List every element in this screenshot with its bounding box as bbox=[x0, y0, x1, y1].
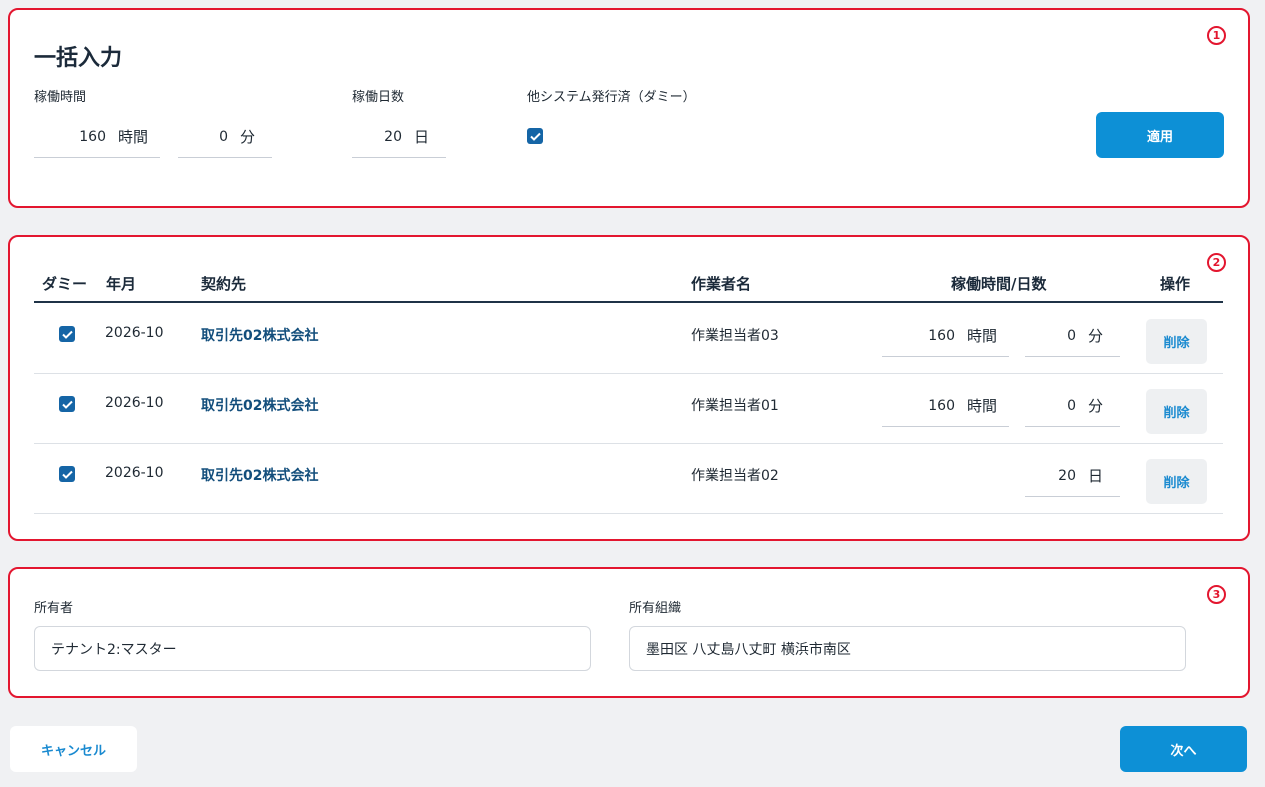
row-month: 2026-10 bbox=[105, 325, 164, 341]
other-system-checkbox[interactable] bbox=[527, 128, 543, 144]
row-client-link[interactable]: 取引先02株式会社 bbox=[201, 395, 318, 415]
owner-panel: 3 所有者 所有組織 テナント2:マスター 墨田区 八丈島八丈町 横浜市南区 bbox=[8, 567, 1250, 698]
row-minutes-field[interactable]: 0 分 bbox=[1025, 385, 1120, 427]
next-button[interactable]: 次へ bbox=[1120, 726, 1247, 772]
bulk-input-title: 一括入力 bbox=[34, 46, 123, 71]
header-worker: 作業者名 bbox=[691, 275, 752, 293]
row-month: 2026-10 bbox=[105, 465, 164, 481]
delete-button[interactable]: 削除 bbox=[1146, 319, 1207, 364]
row-hours-value: 160 bbox=[928, 397, 955, 414]
apply-button[interactable]: 適用 bbox=[1096, 112, 1224, 158]
section-marker-3: 3 bbox=[1207, 585, 1226, 604]
row-worker: 作業担当者03 bbox=[691, 328, 779, 344]
bulk-input-panel: 1 一括入力 稼働時間 稼働日数 他システム発行済（ダミー） 160 時間 0 … bbox=[8, 8, 1250, 208]
header-month: 年月 bbox=[106, 275, 137, 293]
row-worker: 作業担当者02 bbox=[691, 468, 779, 484]
row-minutes-unit: 分 bbox=[1088, 327, 1104, 345]
check-icon bbox=[529, 132, 541, 141]
section-marker-1: 1 bbox=[1207, 26, 1226, 45]
row-divider bbox=[34, 443, 1223, 444]
section-marker-2: 2 bbox=[1207, 253, 1226, 272]
bulk-minutes-value: 0 bbox=[219, 128, 228, 145]
header-client: 契約先 bbox=[201, 275, 247, 293]
row-minutes-value: 0 bbox=[1067, 397, 1076, 414]
days-label: 稼働日数 bbox=[352, 90, 405, 105]
bulk-minutes-field[interactable]: 0 分 bbox=[178, 116, 272, 158]
bulk-hours-field[interactable]: 160 時間 bbox=[34, 116, 160, 158]
delete-button[interactable]: 削除 bbox=[1146, 389, 1207, 434]
row-hours-value: 160 bbox=[928, 327, 955, 344]
check-icon bbox=[61, 470, 73, 479]
bulk-minutes-unit: 分 bbox=[240, 128, 256, 146]
header-work: 稼働時間/日数 bbox=[951, 275, 1047, 293]
row-client-link[interactable]: 取引先02株式会社 bbox=[201, 465, 318, 485]
check-icon bbox=[61, 330, 73, 339]
header-dummy: ダミー bbox=[42, 275, 88, 293]
owner-label: 所有者 bbox=[34, 601, 74, 616]
row-divider bbox=[34, 513, 1223, 514]
row-dummy-checkbox[interactable] bbox=[59, 396, 75, 412]
row-hours-field[interactable]: 160 時間 bbox=[882, 385, 1009, 427]
row-days-unit: 日 bbox=[1088, 467, 1104, 485]
org-label: 所有組織 bbox=[629, 601, 682, 616]
owner-field[interactable]: テナント2:マスター bbox=[34, 626, 591, 671]
table-header-divider bbox=[34, 301, 1223, 303]
row-client-link[interactable]: 取引先02株式会社 bbox=[201, 325, 318, 345]
row-worker: 作業担当者01 bbox=[691, 398, 779, 414]
row-hours-unit: 時間 bbox=[967, 327, 998, 345]
row-divider bbox=[34, 373, 1223, 374]
row-hours-field[interactable]: 160 時間 bbox=[882, 315, 1009, 357]
row-minutes-field[interactable]: 0 分 bbox=[1025, 315, 1120, 357]
org-field[interactable]: 墨田区 八丈島八丈町 横浜市南区 bbox=[629, 626, 1186, 671]
row-days-value: 20 bbox=[1058, 467, 1076, 484]
row-dummy-checkbox[interactable] bbox=[59, 466, 75, 482]
bulk-days-unit: 日 bbox=[414, 128, 430, 146]
work-table-panel: 2 ダミー 年月 契約先 作業者名 稼働時間/日数 操作 2026-10 取引先… bbox=[8, 235, 1250, 541]
delete-button[interactable]: 削除 bbox=[1146, 459, 1207, 504]
bulk-hours-value: 160 bbox=[79, 128, 106, 145]
row-hours-unit: 時間 bbox=[967, 397, 998, 415]
row-days-field[interactable]: 20 日 bbox=[1025, 455, 1120, 497]
row-month: 2026-10 bbox=[105, 395, 164, 411]
bulk-days-value: 20 bbox=[384, 128, 402, 145]
hours-label: 稼働時間 bbox=[34, 90, 87, 105]
bulk-hours-unit: 時間 bbox=[118, 128, 149, 146]
other-system-label: 他システム発行済（ダミー） bbox=[527, 90, 696, 105]
header-action: 操作 bbox=[1160, 275, 1191, 293]
check-icon bbox=[61, 400, 73, 409]
row-minutes-unit: 分 bbox=[1088, 397, 1104, 415]
row-dummy-checkbox[interactable] bbox=[59, 326, 75, 342]
row-minutes-value: 0 bbox=[1067, 327, 1076, 344]
cancel-button[interactable]: キャンセル bbox=[10, 726, 137, 772]
bulk-days-field[interactable]: 20 日 bbox=[352, 116, 446, 158]
